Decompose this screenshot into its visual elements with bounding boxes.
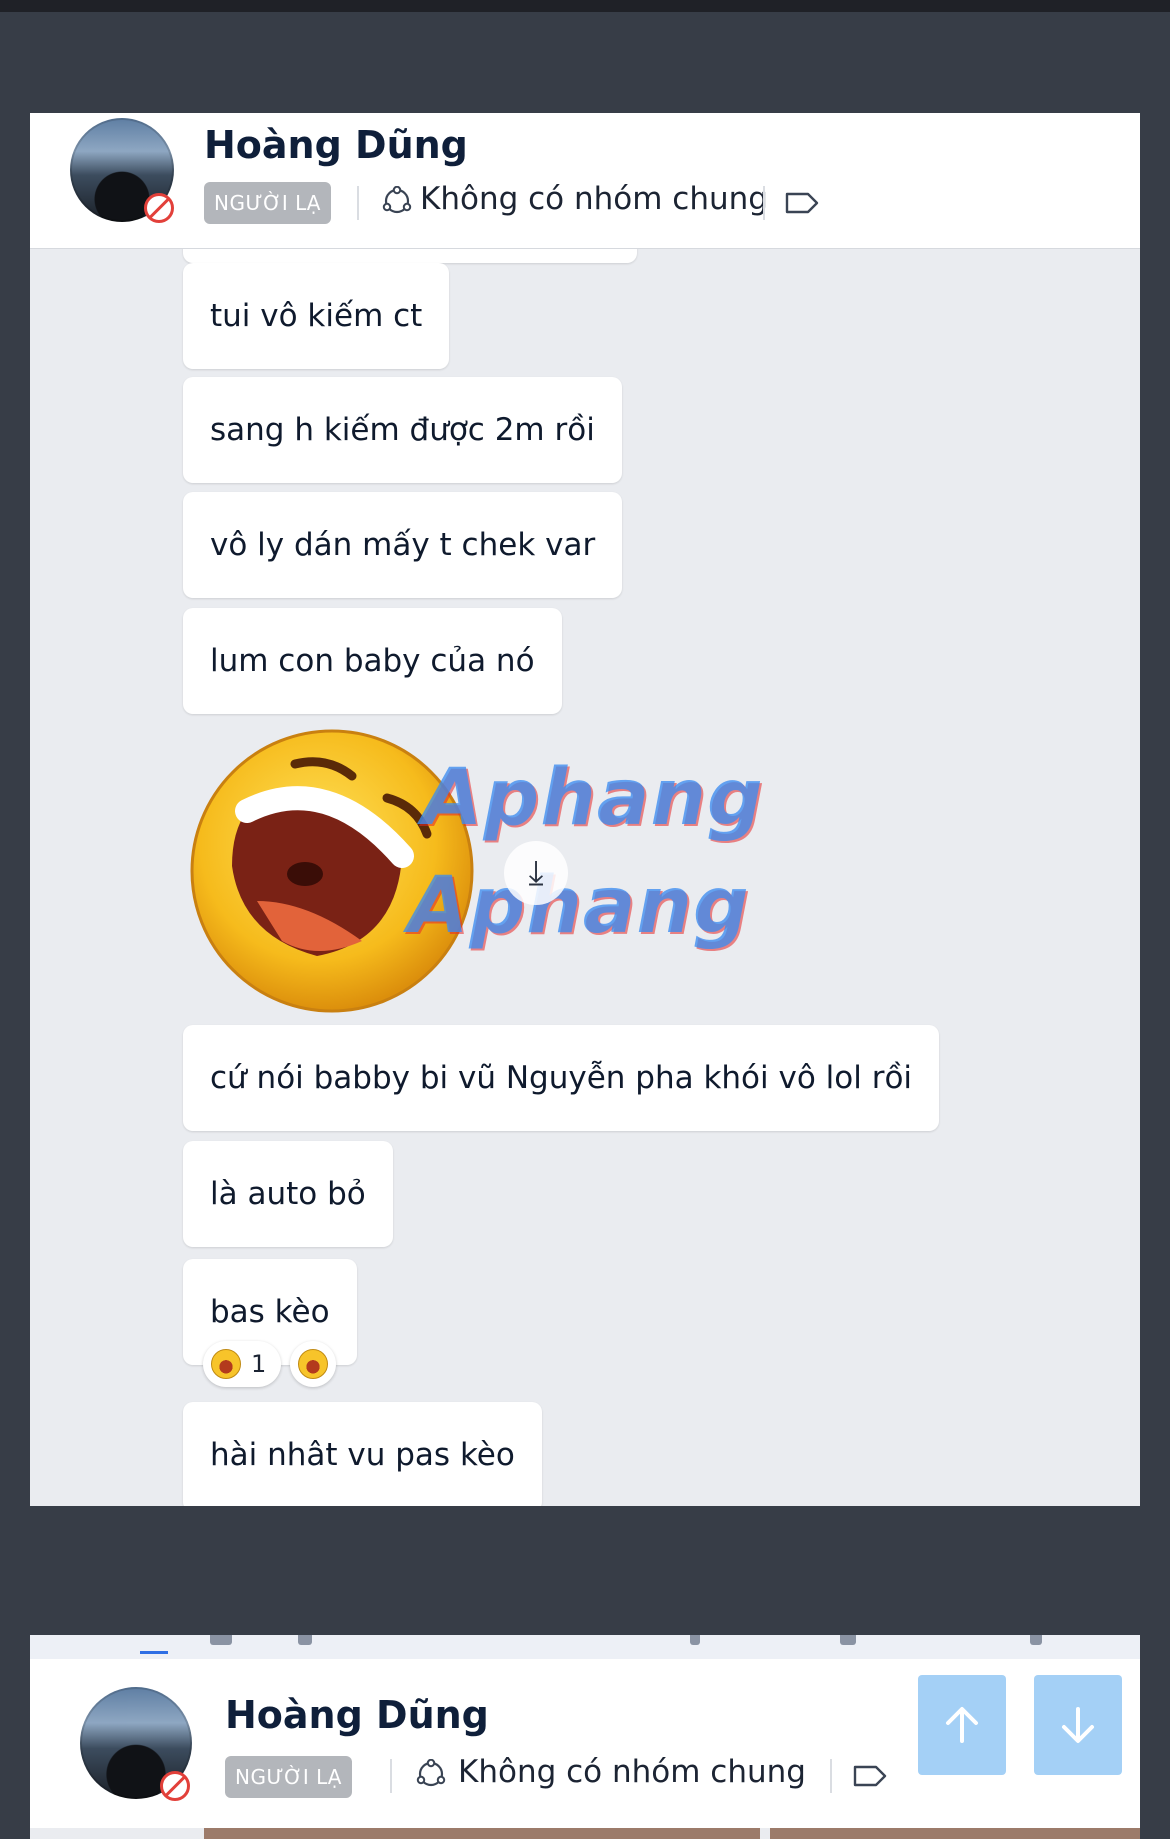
laughing-emoji-icon	[211, 1349, 241, 1379]
message-bubble[interactable]: hài nhât vu pas kèo	[183, 1402, 542, 1506]
clipped-image-strip	[30, 1828, 1140, 1839]
scroll-down-button[interactable]	[1034, 1675, 1122, 1775]
reaction-count-badge[interactable]: 1	[203, 1341, 281, 1387]
contact-name[interactable]: Hoàng Dũng	[204, 123, 468, 167]
reaction-count: 1	[251, 1350, 267, 1378]
message-bubble[interactable]: lum con baby của nó	[183, 608, 562, 714]
chat-screenshot-panel-2: Hoàng Dũng NGƯỜI LẠ Không có nhóm chung	[30, 1635, 1140, 1839]
download-icon[interactable]: ⤓	[504, 841, 568, 905]
contact-name[interactable]: Hoàng Dũng	[225, 1693, 489, 1737]
tag-label-icon[interactable]	[784, 191, 820, 215]
watermark: Aphang	[422, 753, 764, 843]
add-reaction-button[interactable]	[290, 1341, 336, 1387]
clipped-text-strip	[30, 1635, 1140, 1659]
top-status-bar	[0, 0, 1170, 12]
header-divider-2	[763, 186, 765, 220]
chat-screenshot-panel: Hoàng Dũng NGƯỜI LẠ Không có nhóm chung …	[30, 113, 1140, 1506]
watermark: Aphang	[408, 861, 750, 951]
stranger-badge: NGƯỜI LẠ	[204, 182, 331, 224]
common-groups-text[interactable]: Không có nhóm chung	[420, 181, 768, 217]
group-icon	[416, 1759, 446, 1787]
header-divider	[390, 1759, 392, 1793]
message-bubble[interactable]: sang h kiếm được 2m rồi	[183, 377, 622, 483]
blocked-icon	[160, 1771, 190, 1801]
blocked-icon	[144, 193, 174, 223]
tag-label-icon[interactable]	[852, 1764, 888, 1788]
header-divider-2	[830, 1759, 832, 1793]
common-groups-text[interactable]: Không có nhóm chung	[458, 1754, 806, 1790]
laughing-emoji-icon	[298, 1349, 328, 1379]
group-icon	[382, 186, 412, 214]
message-bubble[interactable]: tui vô kiếm ct	[183, 263, 450, 369]
message-bubble[interactable]: cứ nói babby bi vũ Nguyễn pha khói vô lo…	[183, 1025, 940, 1131]
scroll-up-button[interactable]	[918, 1675, 1006, 1775]
stranger-badge: NGƯỜI LẠ	[225, 1756, 352, 1798]
clipped-link	[140, 1651, 168, 1654]
message-bubble[interactable]: là auto bỏ	[183, 1141, 393, 1247]
chat-header: Hoàng Dũng NGƯỜI LẠ Không có nhóm chung	[30, 113, 1140, 249]
arrow-down-icon	[1062, 1707, 1094, 1743]
arrow-up-icon	[946, 1707, 978, 1743]
message-bubble[interactable]: vô ly dán mấy t chek var	[183, 492, 623, 598]
header-divider	[357, 186, 359, 220]
